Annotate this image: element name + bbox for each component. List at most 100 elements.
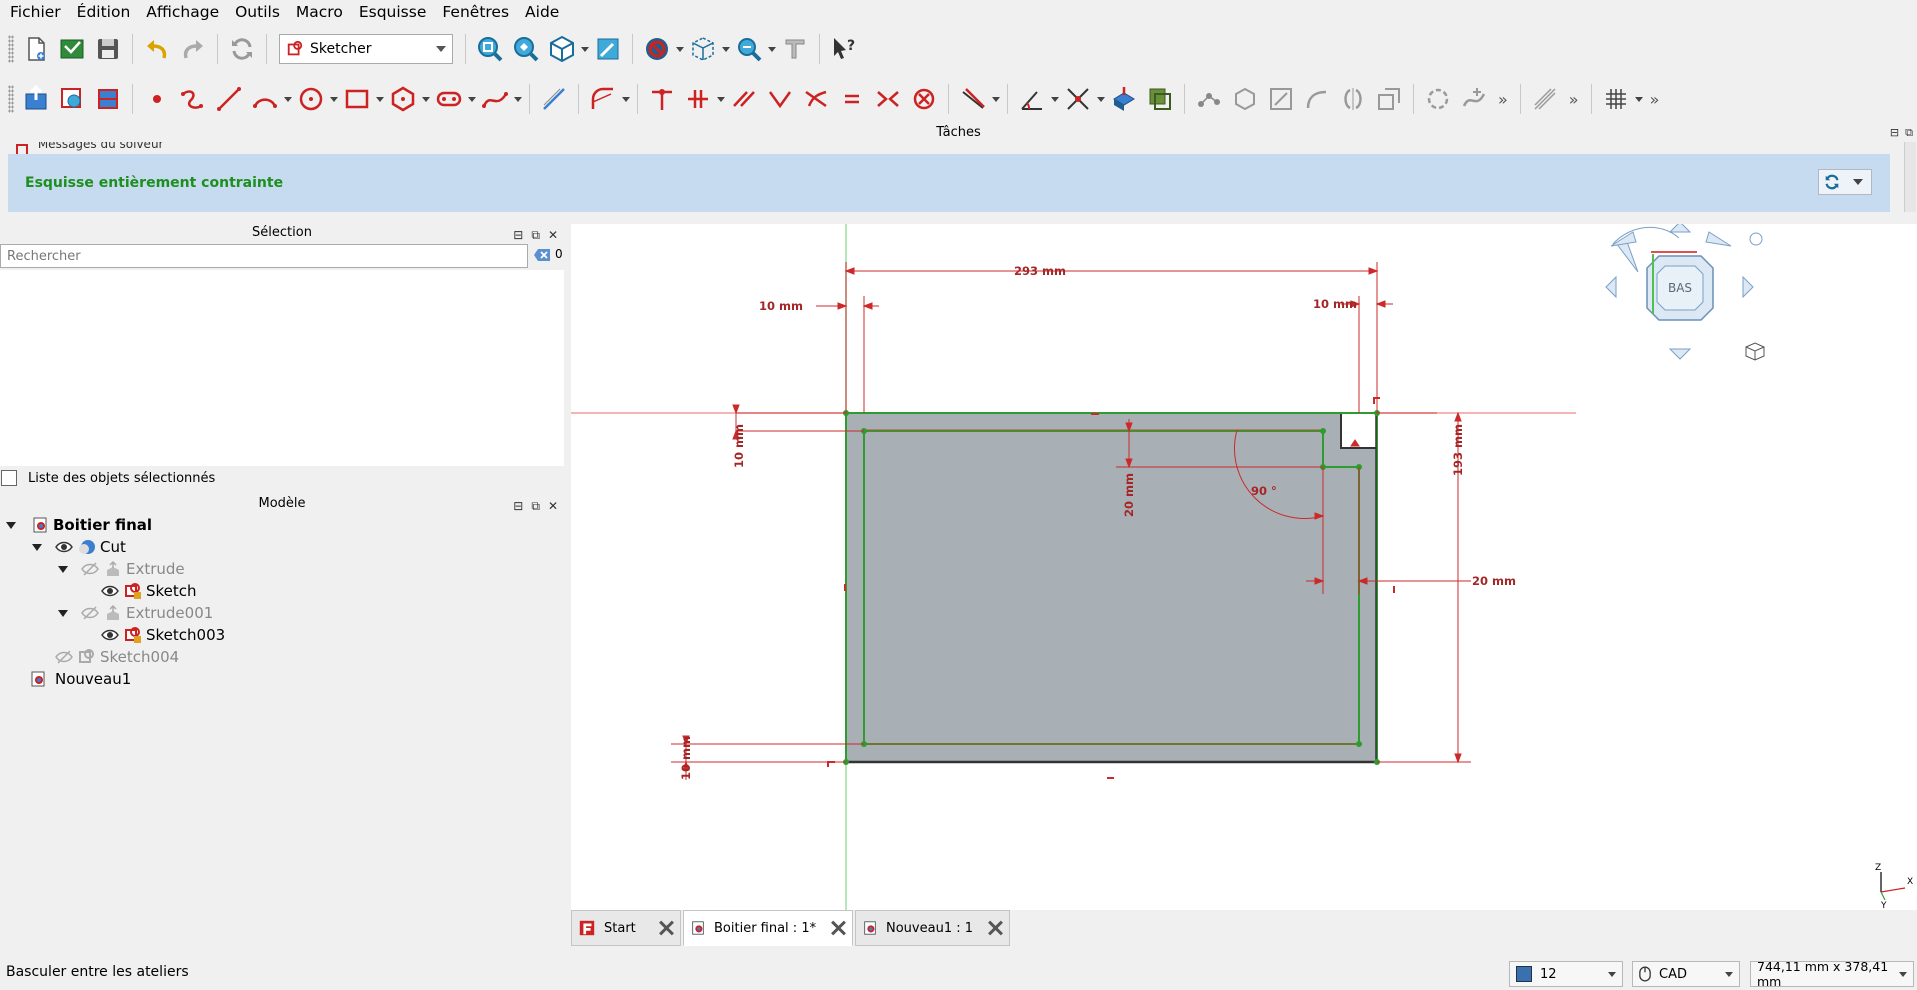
sketch-canvas[interactable]: 293 mm 10 mm 10 mm 193 mm 10 mm 10 mm 20… xyxy=(571,224,1917,910)
navigation-style-selector[interactable]: CAD xyxy=(1632,961,1740,987)
nav-rotate-ccw-icon[interactable] xyxy=(1610,231,1637,247)
toolbar-grip[interactable] xyxy=(8,85,14,113)
symmetry-tool-button[interactable] xyxy=(1335,81,1371,117)
panel-float-icon[interactable]: ⧉ xyxy=(531,225,540,245)
draw-style-button[interactable] xyxy=(639,31,675,67)
tree-item-extrude[interactable]: Extrude xyxy=(58,558,185,580)
dimension-readout[interactable]: 744,11 mm x 378,41 mm xyxy=(1750,959,1914,989)
close-tab-icon[interactable] xyxy=(830,920,846,936)
hidden-eye-icon[interactable] xyxy=(54,647,74,667)
distance-dropdown[interactable] xyxy=(991,97,1001,102)
polyline-tool-button[interactable] xyxy=(175,81,211,117)
validate-sketch-button[interactable] xyxy=(1227,81,1263,117)
toolbar-overflow-button[interactable]: » xyxy=(1492,90,1514,109)
selection-list-checkbox[interactable] xyxy=(1,470,17,486)
solver-messages-header[interactable]: Messages du solveur xyxy=(8,142,1890,154)
menu-edition[interactable]: Édition xyxy=(69,0,139,24)
construction-toggle-button[interactable] xyxy=(536,81,572,117)
hidden-eye-icon[interactable] xyxy=(80,603,100,623)
fillet-tool-button[interactable] xyxy=(585,81,621,117)
auto-update-button[interactable] xyxy=(1819,170,1845,194)
menu-outils[interactable]: Outils xyxy=(227,0,288,24)
menu-affichage[interactable]: Affichage xyxy=(138,0,227,24)
constrain-angle-button[interactable] xyxy=(1014,81,1050,117)
open-document-button[interactable] xyxy=(54,31,90,67)
nav-arrow-left-icon[interactable] xyxy=(1605,275,1617,299)
tree-item-cut[interactable]: Cut xyxy=(32,536,126,558)
bounding-box-dropdown[interactable] xyxy=(721,47,731,52)
std-views-button[interactable] xyxy=(544,31,580,67)
carbon-copy-button[interactable] xyxy=(1142,81,1178,117)
tree-item-sketch003[interactable]: Sketch003 xyxy=(100,624,225,646)
constrain-block-button[interactable] xyxy=(906,81,942,117)
external-geometry-button[interactable] xyxy=(1106,81,1142,117)
close-tab-icon[interactable] xyxy=(658,920,674,936)
tree-item-nouveau1[interactable]: Nouveau1 xyxy=(28,668,131,690)
expand-arrow-icon[interactable] xyxy=(58,565,68,573)
menu-fenetres[interactable]: Fenêtres xyxy=(434,0,517,24)
clear-search-icon[interactable] xyxy=(533,247,551,263)
nav-rotate-cw-icon[interactable] xyxy=(1705,231,1732,247)
refresh-button[interactable] xyxy=(224,31,260,67)
new-document-button[interactable] xyxy=(18,31,54,67)
expand-arrow-icon[interactable] xyxy=(58,609,68,617)
clone-tool-button[interactable] xyxy=(1371,81,1407,117)
constrain-distance-button[interactable] xyxy=(955,81,991,117)
selection-list[interactable] xyxy=(0,270,564,466)
line-tool-button[interactable] xyxy=(211,81,247,117)
slot-tool-button[interactable] xyxy=(431,81,467,117)
tab-boitier-final[interactable]: Boitier final : 1* xyxy=(683,910,853,946)
expand-arrow-icon[interactable] xyxy=(6,521,16,529)
bspline-comb-button[interactable] xyxy=(1420,81,1456,117)
grid-toggle-button[interactable] xyxy=(1598,81,1634,117)
menu-fichier[interactable]: Fichier xyxy=(2,0,69,24)
solver-options-dropdown[interactable] xyxy=(1845,170,1871,194)
tab-start[interactable]: Start xyxy=(571,910,681,946)
tree-item-extrude001[interactable]: Extrude001 xyxy=(58,602,213,624)
select-constraints-button[interactable] xyxy=(1191,81,1227,117)
leave-sketch-button[interactable] xyxy=(18,81,54,117)
fit-all-button[interactable] xyxy=(472,31,508,67)
tree-item-sketch[interactable]: Sketch xyxy=(100,580,197,602)
bounding-box-button[interactable] xyxy=(685,31,721,67)
save-button[interactable] xyxy=(90,31,126,67)
selection-search-input[interactable] xyxy=(0,244,528,268)
3d-viewport[interactable]: 293 mm 10 mm 10 mm 193 mm 10 mm 10 mm 20… xyxy=(571,224,1917,910)
unit-selector[interactable]: 12 xyxy=(1509,961,1623,987)
redo-button[interactable] xyxy=(175,31,211,67)
toolbar-overflow-button-2[interactable]: » xyxy=(1563,90,1585,109)
view-section-button[interactable] xyxy=(90,81,126,117)
fit-selection-button[interactable] xyxy=(508,31,544,67)
constrain-point-on-object-button[interactable] xyxy=(680,81,716,117)
circle-tool-button[interactable] xyxy=(293,81,329,117)
panel-close-icon[interactable]: ✕ xyxy=(548,496,558,516)
constrain-perpendicular-button[interactable] xyxy=(762,81,798,117)
zoom-button[interactable] xyxy=(731,31,767,67)
map-sketch-button[interactable] xyxy=(1263,81,1299,117)
reorient-sketch-button[interactable] xyxy=(1299,81,1335,117)
visibility-eye-icon[interactable] xyxy=(54,537,74,557)
panel-close-icon[interactable]: ⧉ xyxy=(1905,124,1913,142)
nav-arrow-down-icon[interactable] xyxy=(1668,348,1692,360)
view-sketch-button[interactable] xyxy=(54,81,90,117)
sketch-grid-button[interactable] xyxy=(1527,81,1563,117)
std-views-dropdown[interactable] xyxy=(580,47,590,52)
hidden-eye-icon[interactable] xyxy=(80,559,100,579)
whats-this-button[interactable]: ? xyxy=(826,31,862,67)
toggle-constraint-button[interactable] xyxy=(1060,81,1096,117)
panel-close-icon[interactable]: ✕ xyxy=(548,225,558,245)
zoom-dropdown[interactable] xyxy=(767,47,777,52)
sketch-view-button[interactable] xyxy=(590,31,626,67)
panel-minimize-icon[interactable]: ⊟ xyxy=(513,496,523,516)
bspline-tool-button[interactable] xyxy=(477,81,513,117)
toggle-constraint-dropdown[interactable] xyxy=(1096,97,1106,102)
nav-arrow-up-icon[interactable] xyxy=(1668,224,1692,233)
visibility-eye-icon[interactable] xyxy=(100,581,120,601)
rectangle-tool-button[interactable] xyxy=(339,81,375,117)
slot-tool-dropdown[interactable] xyxy=(467,97,477,102)
grid-dropdown[interactable] xyxy=(1634,97,1644,102)
nav-menu-icon[interactable] xyxy=(1749,232,1763,246)
constrain-tangent-button[interactable] xyxy=(798,81,834,117)
nav-view-menu-icon[interactable] xyxy=(1745,342,1765,361)
tab-nouveau1[interactable]: Nouveau1 : 1 xyxy=(855,910,1010,946)
